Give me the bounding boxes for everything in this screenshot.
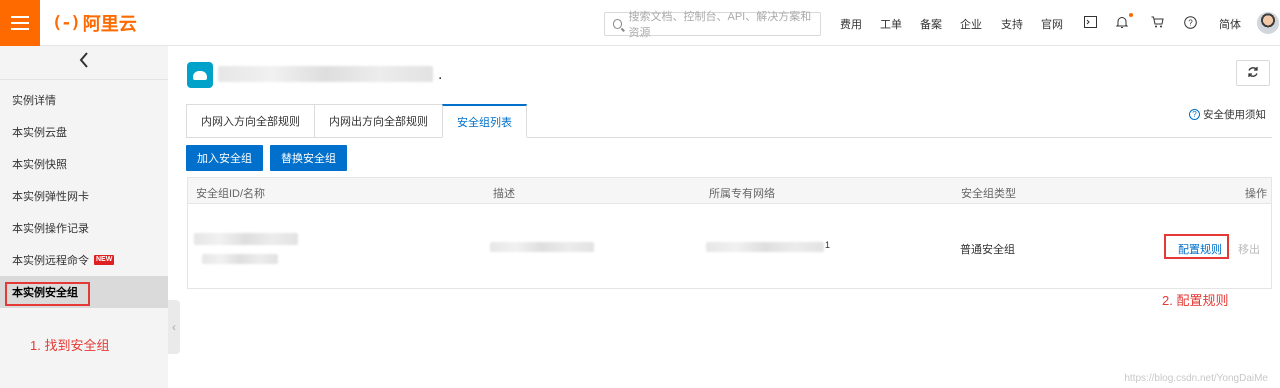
tab-security-group-list[interactable]: 安全组列表 bbox=[442, 104, 527, 138]
annotation-box-configure-rules bbox=[1164, 234, 1229, 259]
notification-dot bbox=[1129, 13, 1133, 17]
column-header-vpc: 所属专有网络 bbox=[709, 188, 775, 200]
security-group-name-redacted bbox=[202, 254, 278, 264]
sidebar-item-label: 本实例操作记录 bbox=[12, 223, 89, 235]
logo-mark: (-) bbox=[52, 13, 81, 33]
terminal-icon[interactable] bbox=[1082, 14, 1098, 30]
annotation-step1: 1. 找到安全组 bbox=[30, 338, 110, 353]
sidebar-item-operation-log[interactable]: 本实例操作记录 bbox=[0, 212, 168, 244]
instance-title-suffix: . bbox=[438, 66, 443, 83]
description-redacted bbox=[490, 242, 594, 252]
refresh-icon bbox=[1247, 65, 1259, 81]
security-group-type: 普通安全组 bbox=[960, 244, 1015, 256]
nav-ticket[interactable]: 工单 bbox=[880, 16, 902, 32]
sidebar-item-eni[interactable]: 本实例弹性网卡 bbox=[0, 180, 168, 212]
hamburger-icon bbox=[11, 16, 29, 30]
annotation-step2: 2. 配置规则 bbox=[1162, 293, 1229, 308]
sidebar-item-remote-command[interactable]: 本实例远程命令 NEW bbox=[0, 244, 168, 276]
chevron-left-icon bbox=[79, 51, 89, 74]
question-icon: ? bbox=[1189, 109, 1200, 120]
nav-filing[interactable]: 备案 bbox=[920, 16, 942, 32]
new-badge: NEW bbox=[94, 255, 115, 265]
bell-icon[interactable] bbox=[1114, 14, 1130, 30]
security-group-id-redacted bbox=[194, 233, 298, 245]
refresh-button[interactable] bbox=[1236, 60, 1270, 86]
security-notice-link[interactable]: ? 安全使用须知 bbox=[1189, 107, 1266, 122]
tab-inbound-rules[interactable]: 内网入方向全部规则 bbox=[186, 104, 314, 138]
sidebar-item-label: 实例详情 bbox=[12, 95, 56, 107]
sidebar-collapse-handle[interactable]: ‹ bbox=[168, 300, 180, 354]
column-header-id: 安全组ID/名称 bbox=[196, 188, 266, 200]
menu-button[interactable] bbox=[0, 0, 40, 46]
language-switch[interactable]: 简体 bbox=[1219, 16, 1241, 32]
search-placeholder: 搜索文档、控制台、API、解决方案和资源 bbox=[628, 11, 812, 39]
sidebar-item-label: 本实例快照 bbox=[12, 159, 67, 171]
instance-cloud-icon bbox=[187, 62, 213, 88]
logo-text: 阿里云 bbox=[82, 14, 137, 34]
annotation-box-security-group bbox=[5, 282, 90, 306]
security-group-table: 安全组ID/名称 描述 所属专有网络 安全组类型 操作 1 普通安全组 配置规则… bbox=[187, 177, 1272, 289]
sidebar-item-instance-details[interactable]: 实例详情 bbox=[0, 84, 168, 116]
nav-support[interactable]: 支持 bbox=[1001, 16, 1023, 32]
watermark: https://blog.csdn.net/YongDaiMe bbox=[1124, 373, 1268, 384]
join-security-group-button[interactable]: 加入安全组 bbox=[186, 145, 263, 171]
tab-bar: 内网入方向全部规则 内网出方向全部规则 安全组列表 bbox=[186, 104, 527, 138]
search-input[interactable]: 搜索文档、控制台、API、解决方案和资源 bbox=[604, 11, 821, 39]
back-button[interactable] bbox=[0, 46, 168, 80]
aliyun-logo[interactable]: (-) 阿里云 bbox=[52, 12, 137, 34]
svg-text:?: ? bbox=[1188, 18, 1193, 27]
vpc-redacted bbox=[706, 242, 824, 252]
sidebar-item-label: 本实例云盘 bbox=[12, 127, 67, 139]
sidebar-item-snapshots[interactable]: 本实例快照 bbox=[0, 148, 168, 180]
security-notice-label: 安全使用须知 bbox=[1203, 109, 1266, 121]
top-bar: (-) 阿里云 搜索文档、控制台、API、解决方案和资源 费用 工单 备案 企业… bbox=[0, 0, 1280, 46]
nav-enterprise[interactable]: 企业 bbox=[960, 16, 982, 32]
nav-billing[interactable]: 费用 bbox=[840, 16, 862, 32]
sidebar-item-label: 本实例远程命令 bbox=[12, 255, 89, 267]
search-icon bbox=[613, 19, 623, 29]
cart-icon[interactable] bbox=[1149, 14, 1165, 30]
instance-name-redacted bbox=[218, 66, 433, 82]
column-header-description: 描述 bbox=[493, 188, 515, 200]
vpc-suffix: 1 bbox=[825, 240, 831, 250]
replace-security-group-button[interactable]: 替换安全组 bbox=[270, 145, 347, 171]
table-header: 安全组ID/名称 描述 所属专有网络 安全组类型 操作 bbox=[188, 178, 1271, 204]
nav-official-site[interactable]: 官网 bbox=[1041, 16, 1063, 32]
help-icon[interactable]: ? bbox=[1182, 14, 1198, 30]
sidebar-item-disks[interactable]: 本实例云盘 bbox=[0, 116, 168, 148]
sidebar-item-label: 本实例弹性网卡 bbox=[12, 191, 89, 203]
avatar[interactable] bbox=[1257, 12, 1279, 34]
chevron-left-icon: ‹ bbox=[172, 320, 176, 334]
column-header-actions: 操作 bbox=[1245, 188, 1267, 200]
tab-outbound-rules[interactable]: 内网出方向全部规则 bbox=[314, 104, 442, 138]
remove-link[interactable]: 移出 bbox=[1238, 241, 1260, 257]
column-header-type: 安全组类型 bbox=[961, 188, 1016, 200]
